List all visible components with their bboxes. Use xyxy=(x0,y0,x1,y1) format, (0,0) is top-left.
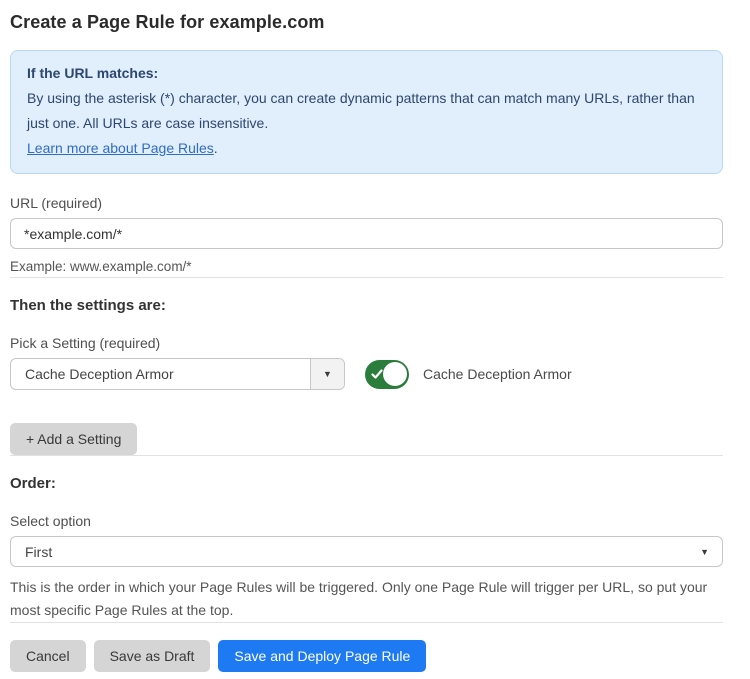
divider xyxy=(10,622,723,623)
page-title: Create a Page Rule for example.com xyxy=(10,12,723,33)
info-box-body: By using the asterisk (*) character, you… xyxy=(27,86,706,136)
info-box-heading: If the URL matches: xyxy=(27,61,706,86)
footer-actions: Cancel Save as Draft Save and Deploy Pag… xyxy=(10,640,723,672)
url-input[interactable] xyxy=(10,218,723,249)
create-page-rule-form: Create a Page Rule for example.com If th… xyxy=(0,0,750,672)
toggle-setting-label: Cache Deception Armor xyxy=(423,366,572,382)
order-section-heading: Order: xyxy=(10,475,723,492)
add-setting-button[interactable]: + Add a Setting xyxy=(10,423,137,455)
settings-section-heading: Then the settings are: xyxy=(10,297,723,314)
chevron-down-icon: ▼ xyxy=(700,547,709,557)
check-icon xyxy=(371,368,383,380)
order-select-value: First xyxy=(11,544,52,560)
order-select[interactable]: First ▼ xyxy=(10,536,723,567)
chevron-down-icon: ▼ xyxy=(323,369,332,379)
url-label: URL (required) xyxy=(10,195,723,211)
divider xyxy=(10,455,723,456)
setting-select-arrow-button[interactable]: ▼ xyxy=(310,359,344,389)
info-box-link-line: Learn more about Page Rules. xyxy=(27,136,706,161)
pick-setting-label: Pick a Setting (required) xyxy=(10,335,723,351)
setting-select[interactable]: Cache Deception Armor ▼ xyxy=(10,358,345,390)
url-match-info-box: If the URL matches: By using the asteris… xyxy=(10,50,723,174)
save-and-deploy-button[interactable]: Save and Deploy Page Rule xyxy=(218,640,426,672)
link-period: . xyxy=(214,140,218,156)
save-as-draft-button[interactable]: Save as Draft xyxy=(94,640,211,672)
divider xyxy=(10,277,723,278)
url-example-help: Example: www.example.com/* xyxy=(10,256,723,277)
learn-more-link[interactable]: Learn more about Page Rules xyxy=(27,140,214,156)
cancel-button[interactable]: Cancel xyxy=(10,640,86,672)
toggle-knob xyxy=(383,362,407,386)
order-help-text: This is the order in which your Page Rul… xyxy=(10,576,723,622)
setting-enabled-toggle[interactable] xyxy=(365,360,409,389)
setting-row: Cache Deception Armor ▼ Cache Deception … xyxy=(10,358,723,390)
setting-select-value: Cache Deception Armor xyxy=(11,366,174,382)
order-select-label: Select option xyxy=(10,513,723,529)
